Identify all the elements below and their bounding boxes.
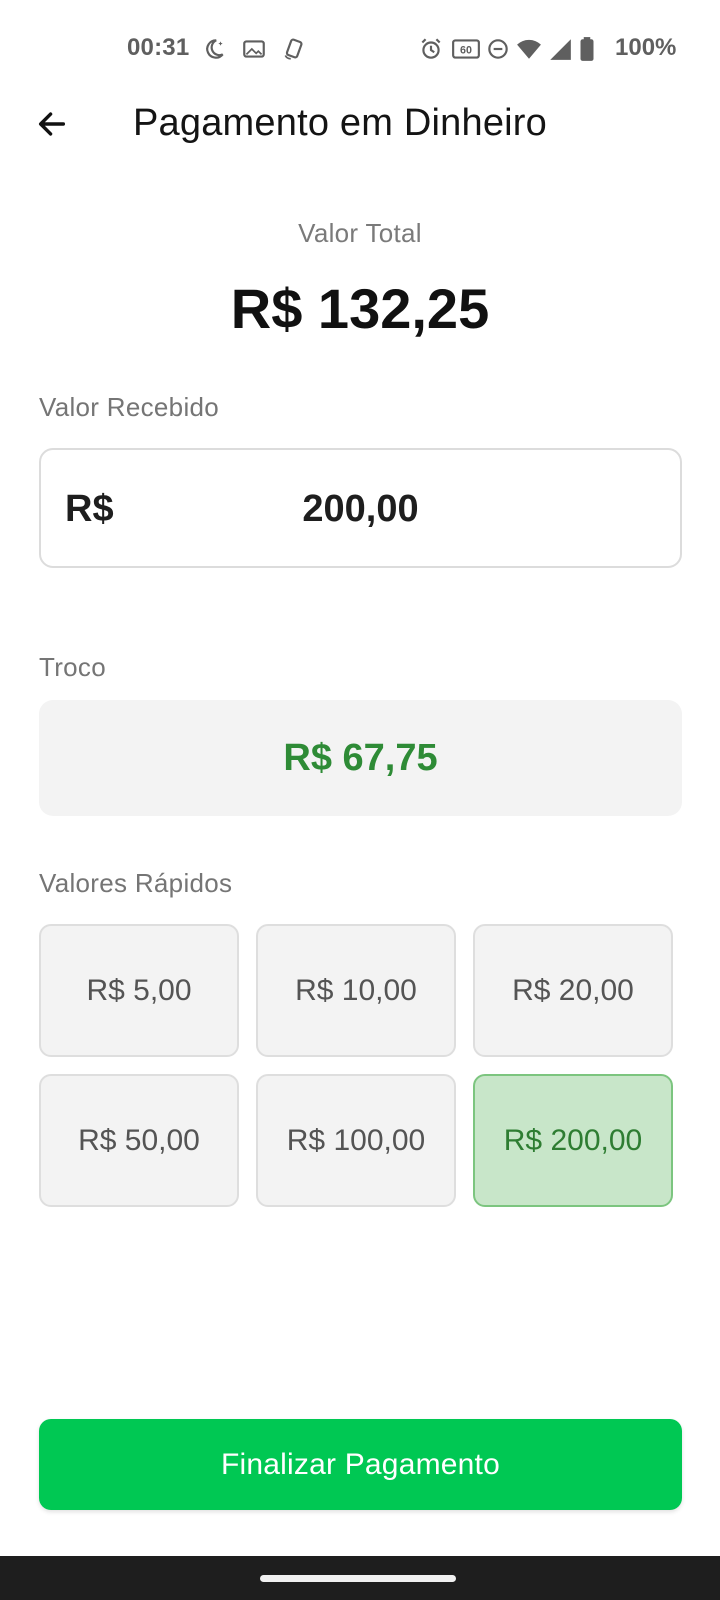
quick-value-label: R$ 200,00: [503, 1124, 643, 1157]
status-bar: 00:31 60 100%: [0, 0, 720, 100]
status-time: 00:31: [127, 34, 190, 61]
change-display: R$ 67,75: [39, 700, 682, 816]
finalize-payment-label: Finalizar Pagamento: [221, 1447, 500, 1481]
refresh-rate-icon: 60: [451, 36, 481, 62]
received-amount-value[interactable]: 200,00: [41, 488, 680, 531]
wifi-icon: [516, 36, 542, 62]
quick-value-button-selected[interactable]: R$ 200,00: [473, 1074, 673, 1207]
alarm-icon: [418, 36, 444, 62]
screen: 00:31 60 100% Pagamento em Dinheiro Valo…: [0, 0, 720, 1600]
rotate-icon: [281, 36, 307, 62]
change-label: Troco: [39, 652, 106, 682]
quick-values-grid: R$ 5,00 R$ 10,00 R$ 20,00 R$ 50,00 R$ 10…: [39, 924, 675, 1208]
battery-icon: [578, 36, 596, 62]
home-indicator[interactable]: [260, 1575, 456, 1582]
quick-values-label: Valores Rápidos: [39, 868, 233, 898]
quick-value-button[interactable]: R$ 100,00: [256, 1074, 456, 1207]
moon-icon: [201, 36, 227, 62]
total-label: Valor Total: [298, 218, 422, 248]
image-icon: [241, 36, 267, 62]
signal-icon: [547, 36, 573, 62]
quick-value-label: R$ 5,00: [86, 974, 192, 1007]
page-title: Pagamento em Dinheiro: [133, 102, 547, 144]
change-value: R$ 67,75: [283, 736, 438, 779]
quick-value-label: R$ 10,00: [295, 974, 417, 1007]
received-amount-input[interactable]: R$ 200,00: [39, 448, 682, 568]
quick-value-button[interactable]: R$ 20,00: [473, 924, 673, 1057]
arrow-left-icon: [38, 112, 66, 136]
finalize-payment-button[interactable]: Finalizar Pagamento: [39, 1419, 682, 1510]
svg-text:60: 60: [460, 44, 472, 56]
back-button[interactable]: [28, 100, 76, 148]
quick-value-label: R$ 50,00: [78, 1124, 200, 1157]
received-label: Valor Recebido: [39, 392, 220, 422]
quick-value-label: R$ 100,00: [286, 1124, 426, 1157]
quick-value-button[interactable]: R$ 10,00: [256, 924, 456, 1057]
total-value: R$ 132,25: [230, 277, 490, 340]
quick-value-button[interactable]: R$ 5,00: [39, 924, 239, 1057]
quick-value-button[interactable]: R$ 50,00: [39, 1074, 239, 1207]
navigation-bar: [0, 1556, 720, 1600]
quick-value-label: R$ 20,00: [512, 974, 634, 1007]
battery-percent: 100%: [615, 34, 677, 61]
do-not-disturb-icon: [485, 36, 511, 62]
